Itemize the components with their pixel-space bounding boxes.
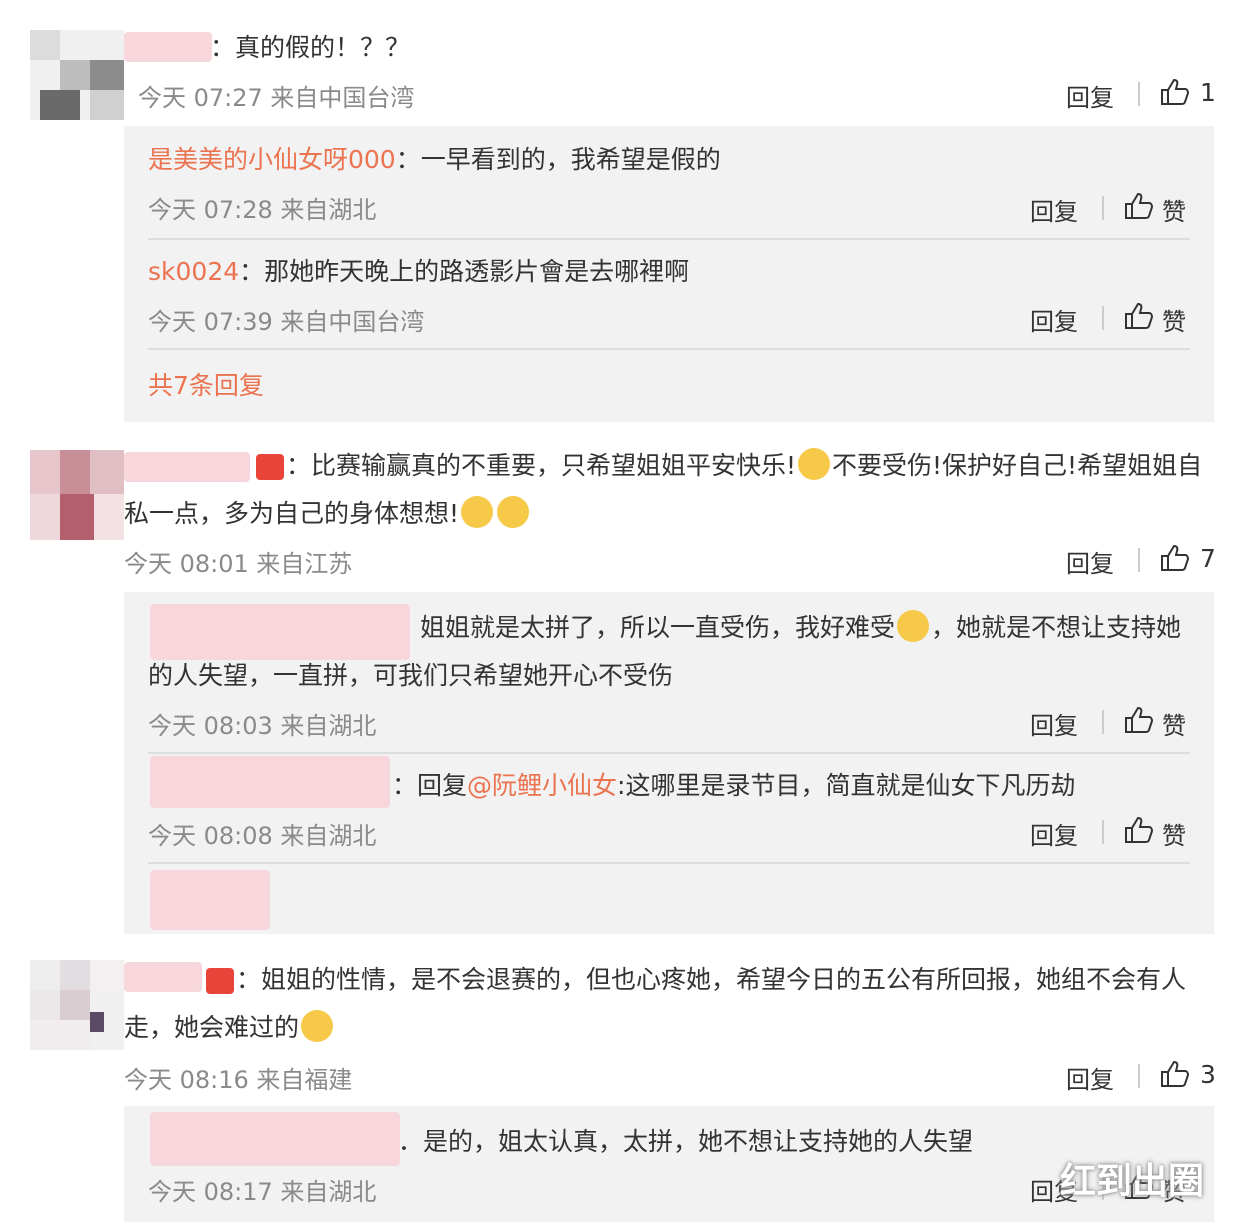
reply-button[interactable]: 回复: [1030, 706, 1078, 741]
like-icon[interactable]: [1124, 816, 1154, 844]
badge-icon: [256, 454, 284, 480]
reply-button[interactable]: 回复: [1030, 302, 1078, 337]
reply-item: 是美美的小仙女呀000：一早看到的，我希望是假的: [148, 140, 721, 180]
reply-username[interactable]: sk0024: [148, 257, 239, 286]
reply-meta: 今天 07:39 来自中国台湾: [148, 308, 425, 336]
like-button[interactable]: 赞: [1162, 192, 1186, 227]
avatar[interactable]: [30, 960, 124, 1050]
reply-divider: [148, 862, 1190, 864]
badge-icon: [206, 968, 234, 994]
reply-text-part: 姐姐就是太拼了，所以一直受伤，我好难受: [420, 613, 896, 642]
avatar[interactable]: [30, 450, 124, 540]
reply-meta: 今天 08:17 来自湖北: [148, 1178, 377, 1206]
comment-text: ：比赛输赢真的不重要，只希望姐姐平安快乐! 不要受伤!保护好自己!希望姐姐自: [254, 446, 1202, 486]
comment-text: 走，她会难过的: [124, 1008, 335, 1048]
username-blurred[interactable]: [150, 1112, 400, 1166]
reply-text: ：那她昨天晚上的路透影片會是去哪裡啊: [239, 257, 690, 286]
reply-prefix: ：回复: [392, 771, 468, 800]
like-count: 3: [1200, 1060, 1216, 1089]
reply-button[interactable]: 回复: [1066, 78, 1114, 113]
action-divider: [1138, 82, 1140, 106]
action-divider: [1138, 548, 1140, 572]
like-button[interactable]: 赞: [1162, 816, 1186, 851]
comment-meta: 今天 08:01 来自江苏: [124, 550, 353, 578]
action-divider: [1102, 306, 1104, 330]
more-replies-link-blurred[interactable]: [150, 870, 270, 930]
like-icon[interactable]: [1124, 192, 1154, 220]
action-divider: [1102, 196, 1104, 220]
like-button[interactable]: 赞: [1162, 302, 1186, 337]
username-blurred[interactable]: [124, 452, 250, 482]
action-divider: [1102, 820, 1104, 844]
comment-meta: 今天 07:27 来自中国台湾: [138, 84, 415, 112]
reply-text: 的人失望，一直拼，可我们只希望她开心不受伤: [148, 661, 674, 690]
comment-text-part: 私一点，多为自己的身体想想!: [124, 499, 460, 528]
watermark: 红到出圈: [1060, 1161, 1205, 1202]
like-icon[interactable]: [1160, 78, 1190, 106]
comment-text: ：姐姐的性情，是不会退赛的，但也心疼她，希望今日的五公有所回报，她组不会有人: [204, 960, 1186, 1000]
comment-meta: 今天 08:16 来自福建: [124, 1066, 353, 1094]
like-count: 1: [1200, 78, 1216, 107]
reply-text: ．是的，姐太认真，太拼，她不想让支持她的人失望: [398, 1127, 974, 1156]
crying-emoji-icon: [461, 496, 494, 528]
reply-button[interactable]: 回复: [1030, 816, 1078, 851]
comment-text-part: ：比赛输赢真的不重要，只希望姐姐平安快乐!: [286, 451, 797, 480]
more-replies-link[interactable]: 共7条回复: [148, 366, 264, 406]
reply-text-part: ，她就是不想让支持她: [931, 613, 1182, 642]
reply-username[interactable]: 是美美的小仙女呀000: [148, 145, 396, 174]
avatar[interactable]: [30, 30, 124, 120]
reply-divider: [148, 348, 1190, 350]
reply-item: sk0024：那她昨天晚上的路透影片會是去哪裡啊: [148, 252, 689, 292]
crying-emoji-icon: [798, 448, 831, 480]
username-blurred[interactable]: [124, 32, 212, 62]
comment-text-part: 走，她会难过的: [124, 1013, 300, 1042]
like-icon[interactable]: [1160, 1060, 1190, 1088]
comment-text: ：真的假的！？？: [210, 33, 411, 62]
like-button[interactable]: 赞: [1162, 706, 1186, 741]
reply-text-part: :这哪里是录节目，简直就是仙女下凡历劫: [617, 771, 1076, 800]
username-blurred[interactable]: [150, 604, 410, 660]
mention-link[interactable]: @阮鲤小仙女: [467, 771, 617, 800]
action-divider: [1102, 710, 1104, 734]
reply-divider: [148, 238, 1190, 240]
crying-emoji-icon: [497, 496, 530, 528]
comment-text-part: 不要受伤!保护好自己!希望姐姐自: [832, 451, 1203, 480]
action-divider: [1138, 1064, 1140, 1088]
sad-emoji-icon: [897, 610, 930, 642]
reply-meta: 今天 08:03 来自湖北: [148, 712, 377, 740]
reply-text: ：回复@阮鲤小仙女:这哪里是录节目，简直就是仙女下凡历劫: [392, 766, 1075, 806]
like-icon[interactable]: [1124, 302, 1154, 330]
comment-text: 私一点，多为自己的身体想想!: [124, 494, 531, 534]
like-count: 7: [1200, 544, 1216, 573]
like-icon[interactable]: [1124, 706, 1154, 734]
username-blurred[interactable]: [150, 756, 390, 808]
like-icon[interactable]: [1160, 544, 1190, 572]
reply-text: 姐姐就是太拼了，所以一直受伤，我好难受 ，她就是不想让支持她: [420, 608, 1181, 648]
sad-face-emoji-icon: [301, 1010, 334, 1042]
reply-text: ：一早看到的，我希望是假的: [395, 145, 721, 174]
comment-text-part: ：姐姐的性情，是不会退赛的，但也心疼她，希望今日的五公有所回报，她组不会有人: [236, 965, 1187, 994]
reply-meta: 今天 07:28 来自湖北: [148, 196, 377, 224]
reply-button[interactable]: 回复: [1030, 192, 1078, 227]
reply-button[interactable]: 回复: [1066, 544, 1114, 579]
username-blurred[interactable]: [124, 962, 202, 992]
reply-meta: 今天 08:08 来自湖北: [148, 822, 377, 850]
reply-divider: [148, 752, 1190, 754]
reply-button[interactable]: 回复: [1066, 1060, 1114, 1095]
